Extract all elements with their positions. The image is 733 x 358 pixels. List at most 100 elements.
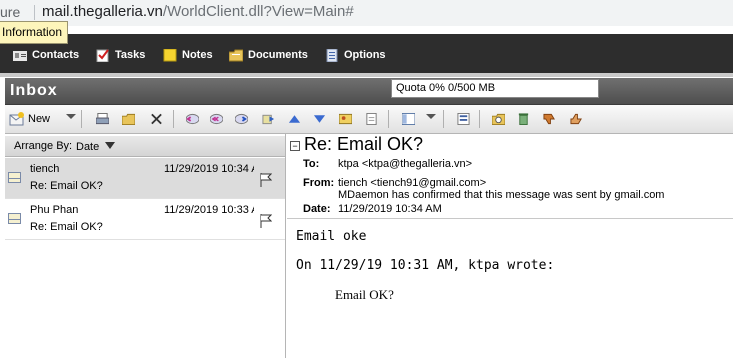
new-label: New — [28, 113, 51, 125]
thumbs-down-icon — [542, 113, 555, 125]
options-icon — [325, 48, 339, 62]
nav-documents[interactable]: Documents — [228, 47, 308, 63]
collapse-header-icon[interactable]: − — [290, 141, 300, 151]
arrow-down-icon — [313, 115, 325, 123]
notes-icon — [163, 48, 177, 62]
address-divider — [34, 5, 35, 20]
toolbar-separator — [479, 110, 480, 128]
arrange-by-label: Arrange By: — [14, 140, 73, 152]
browser-address-bar[interactable]: ure mail.thegalleria.vn/WorldClient.dll?… — [0, 0, 733, 26]
mark-spam-button[interactable] — [540, 110, 558, 128]
top-navigation: Contacts Tasks Notes Documents Options — [0, 34, 733, 73]
url-text[interactable]: mail.thegalleria.vn/WorldClient.dll?View… — [42, 3, 354, 20]
tasks-icon — [96, 48, 110, 62]
move-button[interactable] — [119, 110, 137, 128]
layout-dropdown-icon[interactable] — [426, 114, 436, 119]
sender-verification-note: MDaemon has confirmed that this message … — [338, 189, 665, 201]
redirect-icon — [261, 114, 274, 125]
date-value: 11/29/2019 10:34 AM — [338, 203, 442, 215]
url-path: /WorldClient.dll?View=Main# — [162, 3, 354, 20]
print-icon — [95, 113, 109, 125]
document-icon — [365, 113, 377, 125]
flag-icon[interactable] — [260, 214, 272, 228]
mark-not-spam-button[interactable] — [567, 110, 585, 128]
toolbar-separator — [443, 110, 444, 128]
contacts-icon — [13, 49, 27, 62]
from-value[interactable]: tiench <tiench91@gmail.com> — [338, 177, 486, 189]
new-message-icon — [9, 112, 24, 126]
nav-documents-label: Documents — [248, 49, 308, 61]
move-to-folder-icon — [121, 113, 135, 125]
forward-icon — [234, 113, 248, 125]
reply-button[interactable] — [183, 110, 201, 128]
to-label: To: — [303, 158, 320, 170]
nav-notes-label: Notes — [182, 49, 213, 61]
save-button[interactable] — [336, 110, 354, 128]
message-toolbar: New — [5, 105, 733, 134]
message-list-pane: Arrange By: Date tiench 11/29/2019 10:34… — [5, 134, 286, 358]
quoted-text: Email OK? — [335, 287, 394, 302]
nav-tasks-label: Tasks — [115, 49, 146, 61]
previous-message-button[interactable] — [285, 110, 303, 128]
delete-icon — [150, 113, 162, 125]
empty-trash-button[interactable] — [514, 110, 532, 128]
new-message-button[interactable]: New — [9, 109, 50, 129]
folder-title: Inbox — [10, 82, 58, 99]
reply-all-button[interactable] — [207, 110, 225, 128]
from-label: From: — [303, 177, 335, 189]
preview-subject: Re: Email OK? — [304, 134, 424, 154]
redirect-button[interactable] — [259, 110, 277, 128]
print-button[interactable] — [93, 110, 111, 128]
nav-options-label: Options — [344, 49, 386, 61]
flag-icon[interactable] — [260, 173, 272, 187]
message-body-line: Email oke — [296, 229, 367, 244]
toolbar-separator — [173, 110, 174, 128]
forward-button[interactable] — [232, 110, 250, 128]
delete-button[interactable] — [147, 110, 165, 128]
nav-tasks[interactable]: Tasks — [96, 47, 145, 63]
next-message-button[interactable] — [310, 110, 328, 128]
nav-notes[interactable]: Notes — [163, 47, 213, 63]
message-date: 11/29/2019 10:34 AM — [164, 163, 254, 175]
date-label: Date: — [303, 203, 331, 215]
envelope-open-icon — [8, 213, 21, 224]
trash-icon — [518, 113, 528, 125]
url-host: mail.thegalleria.vn — [42, 3, 163, 20]
documents-icon — [228, 49, 244, 62]
view-source-button[interactable] — [362, 110, 380, 128]
message-options-button[interactable] — [454, 110, 472, 128]
image-icon — [338, 113, 352, 125]
nav-options[interactable]: Options — [325, 47, 386, 63]
reply-all-icon — [209, 113, 223, 125]
list-icon — [456, 113, 470, 125]
message-header: − Re: Email OK? To: ktpa <ktpa@thegaller… — [287, 134, 733, 219]
arrange-by-bar[interactable]: Arrange By: Date — [5, 136, 285, 157]
nav-contacts-label: Contacts — [32, 49, 80, 61]
tooltip: Information — [0, 21, 69, 44]
quota-indicator: Quota 0% 0/500 MB — [391, 79, 599, 98]
nav-contacts[interactable]: Contacts — [13, 47, 79, 63]
message-row[interactable]: tiench 11/29/2019 10:34 AM Re: Email OK? — [5, 158, 285, 199]
envelope-open-icon — [8, 172, 21, 183]
layout-icon — [401, 113, 415, 125]
arrow-up-icon — [288, 115, 300, 123]
folder-header: Inbox Quota 0% 0/500 MB — [5, 78, 733, 105]
message-date: 11/29/2019 10:33 AM — [164, 204, 254, 216]
message-sender: tiench — [30, 163, 60, 175]
reading-pane: − Re: Email OK? To: ktpa <ktpa@thegaller… — [287, 134, 733, 358]
search-folder-icon — [491, 113, 505, 125]
quote-attribution: On 11/29/19 10:31 AM, ktpa wrote: — [296, 258, 555, 273]
search-button[interactable] — [489, 110, 507, 128]
security-indicator[interactable]: ure — [0, 4, 20, 20]
new-dropdown-icon[interactable] — [66, 114, 76, 119]
to-value[interactable]: ktpa <ktpa@thegalleria.vn> — [338, 158, 472, 170]
toolbar-separator — [388, 110, 389, 128]
divider-strip — [0, 73, 733, 77]
sort-arrow-icon[interactable] — [105, 142, 115, 149]
view-layout-button[interactable] — [399, 110, 417, 128]
message-row[interactable]: Phu Phan 11/29/2019 10:33 AM Re: Email O… — [5, 199, 285, 240]
message-subject: Re: Email OK? — [30, 221, 103, 233]
toolbar-separator — [81, 110, 82, 128]
message-subject: Re: Email OK? — [30, 180, 103, 192]
arrange-by-value[interactable]: Date — [76, 141, 99, 153]
